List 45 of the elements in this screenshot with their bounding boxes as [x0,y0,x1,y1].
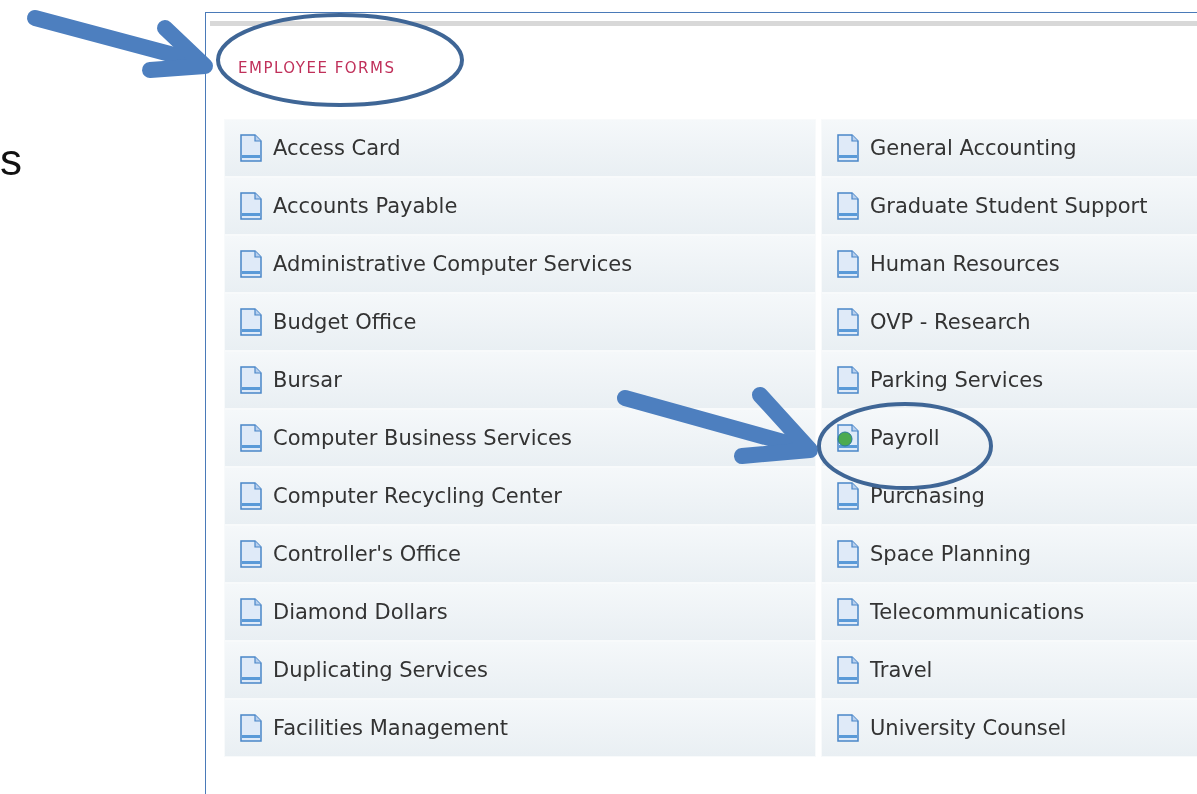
document-icon [239,134,263,162]
form-link[interactable]: Telecommunications [821,583,1197,641]
document-icon [239,308,263,336]
form-link[interactable]: Graduate Student Support [821,177,1197,235]
form-link[interactable]: OVP - Research [821,293,1197,351]
form-link[interactable]: Duplicating Services [224,641,816,699]
form-link[interactable]: Diamond Dollars [224,583,816,641]
form-link[interactable]: Budget Office [224,293,816,351]
form-link[interactable]: Payroll [821,409,1197,467]
document-icon [239,656,263,684]
document-icon [836,540,860,568]
document-icon [836,134,860,162]
form-link[interactable]: Computer Recycling Center [224,467,816,525]
document-icon [239,250,263,278]
document-icon [836,656,860,684]
document-icon [836,598,860,626]
slide-text: s [0,135,22,184]
form-link[interactable]: University Counsel [821,699,1197,757]
form-link[interactable]: Bursar [224,351,816,409]
document-icon [239,482,263,510]
form-link[interactable]: Administrative Computer Services [224,235,816,293]
document-icon [239,540,263,568]
form-link[interactable]: General Accounting [821,119,1197,177]
document-icon [836,482,860,510]
form-link[interactable]: Access Card [224,119,816,177]
form-link[interactable]: Purchasing [821,467,1197,525]
form-link[interactable]: Facilities Management [224,699,816,757]
web-page-icon [836,424,860,452]
document-icon [836,192,860,220]
document-icon [836,714,860,742]
form-link[interactable]: Parking Services [821,351,1197,409]
document-icon [836,308,860,336]
form-link[interactable]: Travel [821,641,1197,699]
document-icon [239,598,263,626]
document-icon [239,366,263,394]
document-icon [836,366,860,394]
document-icon [239,192,263,220]
form-link[interactable]: Space Planning [821,525,1197,583]
form-link[interactable]: Human Resources [821,235,1197,293]
form-link[interactable]: Accounts Payable [224,177,816,235]
document-icon [239,714,263,742]
section-heading: EMPLOYEE FORMS [238,59,397,79]
document-icon [239,424,263,452]
form-link[interactable]: Controller's Office [224,525,816,583]
document-icon [836,250,860,278]
